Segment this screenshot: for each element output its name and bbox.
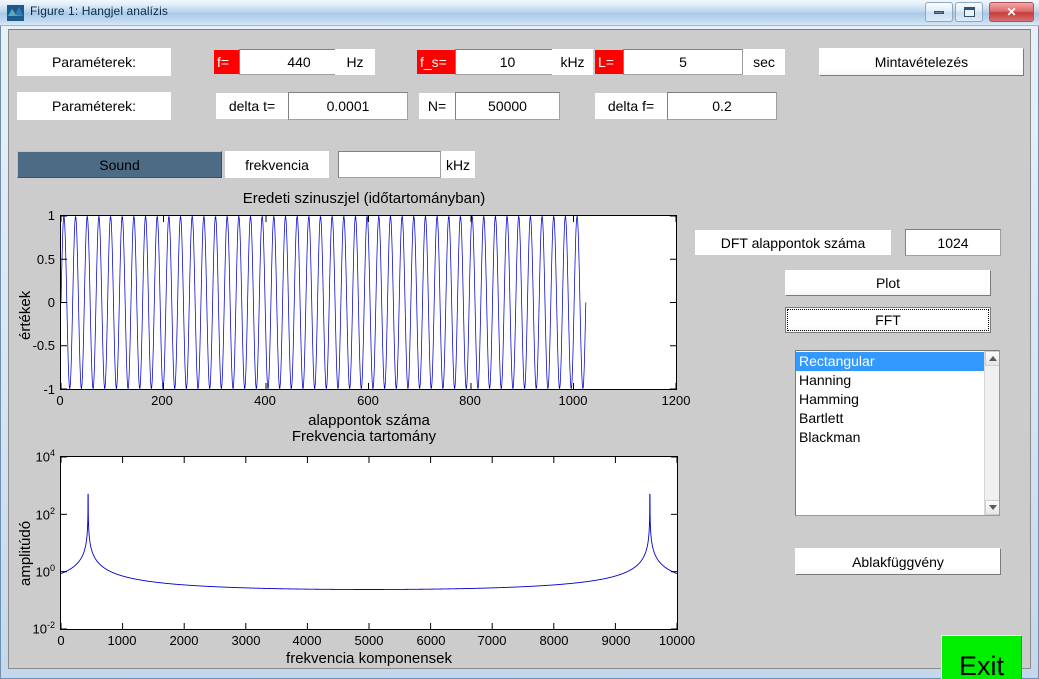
frequency-domain-line <box>61 457 677 629</box>
x-tick-label: 1000 <box>107 633 137 648</box>
x-tick-label: 9000 <box>601 633 631 648</box>
x-tick-label: 0 <box>56 393 64 408</box>
title-bar: Figure 1: Hangjel analízis ✕ <box>0 0 1039 26</box>
x-tick-label: 0 <box>57 633 65 648</box>
x-tick-label: 200 <box>151 393 173 408</box>
time-domain-axes: Eredeti szinuszjel (időtartományban) 1 0… <box>9 190 699 440</box>
frequency-domain-axes: Frekvencia tartomány 104 102 100 10-2 0 … <box>9 428 709 668</box>
list-item[interactable]: Blackman <box>796 428 984 447</box>
maximize-icon <box>963 7 975 17</box>
N-label: N= <box>419 93 455 119</box>
window-function-button[interactable]: Ablakfüggvény <box>795 548 1001 575</box>
y-tick-label: 0.5 <box>36 252 55 267</box>
parameters-label-row2: Paraméterek: <box>17 92 171 120</box>
time-domain-line <box>61 216 676 389</box>
list-item[interactable]: Hamming <box>796 390 984 409</box>
x-tick-label: 6000 <box>416 633 446 648</box>
scroll-down-arrow-icon[interactable] <box>985 500 999 515</box>
time-domain-ylabel: értékek <box>17 290 34 340</box>
L-input[interactable]: 5 <box>623 49 743 75</box>
frequency-domain-plot-box <box>60 456 678 630</box>
f-label: f= <box>214 50 239 74</box>
time-domain-title: Eredeti szinuszjel (időtartományban) <box>242 190 486 207</box>
N-input[interactable]: 50000 <box>455 92 560 120</box>
parameters-label-row1: Paraméterek: <box>17 48 171 76</box>
close-button[interactable]: ✕ <box>989 2 1034 22</box>
close-icon: ✕ <box>1006 5 1017 19</box>
frequency-input[interactable] <box>338 151 441 178</box>
frequency-label: frekvencia <box>225 151 329 178</box>
list-item[interactable]: Hanning <box>796 371 984 390</box>
x-tick-label: 8000 <box>539 633 569 648</box>
x-tick-label: 1200 <box>661 393 691 408</box>
y-tick-label: 1 <box>47 208 55 223</box>
x-tick-label: 10000 <box>658 633 696 648</box>
exit-button[interactable]: Exit <box>941 635 1022 679</box>
listbox-scrollbar[interactable] <box>984 351 999 515</box>
fs-label: f_s= <box>417 50 455 74</box>
matlab-membrane-icon <box>7 5 24 21</box>
y-tick-label: 102 <box>35 506 55 523</box>
f-unit-label: Hz <box>335 49 375 75</box>
frequency-domain-ylabel: amplitúdó <box>17 520 34 586</box>
plot-button[interactable]: Plot <box>785 270 991 296</box>
minimize-button[interactable] <box>925 2 953 22</box>
scroll-up-arrow-icon[interactable] <box>985 351 999 366</box>
x-tick-label: 4000 <box>292 633 322 648</box>
delta-t-label: delta t= <box>216 93 288 119</box>
dft-points-input[interactable]: 1024 <box>905 229 1001 256</box>
x-tick-label: 7000 <box>477 633 507 648</box>
x-tick-label: 3000 <box>231 633 261 648</box>
figure-client-area: Paraméterek: f= 440 Hz f_s= 10 kHz L= 5 … <box>8 29 1031 679</box>
listbox-items: Rectangular Hanning Hamming Bartlett Bla… <box>796 351 984 515</box>
frequency-domain-title: Frekvencia tartomány <box>291 428 437 445</box>
x-tick-label: 600 <box>357 393 379 408</box>
delta-t-input[interactable]: 0.0001 <box>288 92 408 120</box>
delta-f-label: delta f= <box>595 93 667 119</box>
dft-points-label: DFT alappontok száma <box>695 230 891 255</box>
delta-f-input[interactable]: 0.2 <box>667 92 777 120</box>
x-tick-label: 400 <box>254 393 276 408</box>
fs-input[interactable]: 10 <box>455 49 560 75</box>
frequency-unit-label: kHz <box>441 151 475 178</box>
window-function-listbox[interactable]: Rectangular Hanning Hamming Bartlett Bla… <box>795 350 1000 516</box>
L-label: L= <box>595 50 623 74</box>
time-domain-xlabel: alappontok száma <box>308 412 430 429</box>
maximize-button[interactable] <box>955 2 983 22</box>
list-item[interactable]: Rectangular <box>796 352 984 371</box>
time-domain-plot-box <box>60 215 677 390</box>
y-tick-label: -0.5 <box>32 338 55 353</box>
window-title: Figure 1: Hangjel analízis <box>30 4 169 18</box>
figure-window: Figure 1: Hangjel analízis ✕ Paraméterek… <box>0 0 1039 679</box>
list-item[interactable]: Bartlett <box>796 409 984 428</box>
fft-button[interactable]: FFT <box>785 307 991 333</box>
sound-button[interactable]: Sound <box>17 151 222 178</box>
minimize-icon <box>934 10 944 14</box>
sampling-button[interactable]: Mintavételezés <box>819 48 1024 76</box>
y-tick-label: 104 <box>35 448 55 465</box>
L-unit-label: sec <box>743 49 785 75</box>
x-tick-label: 1000 <box>558 393 588 408</box>
x-tick-label: 2000 <box>169 633 199 648</box>
x-tick-label: 5000 <box>354 633 384 648</box>
fs-unit-label: kHz <box>552 49 593 75</box>
x-tick-label: 800 <box>459 393 481 408</box>
frequency-domain-xlabel: frekvencia komponensek <box>286 650 452 667</box>
